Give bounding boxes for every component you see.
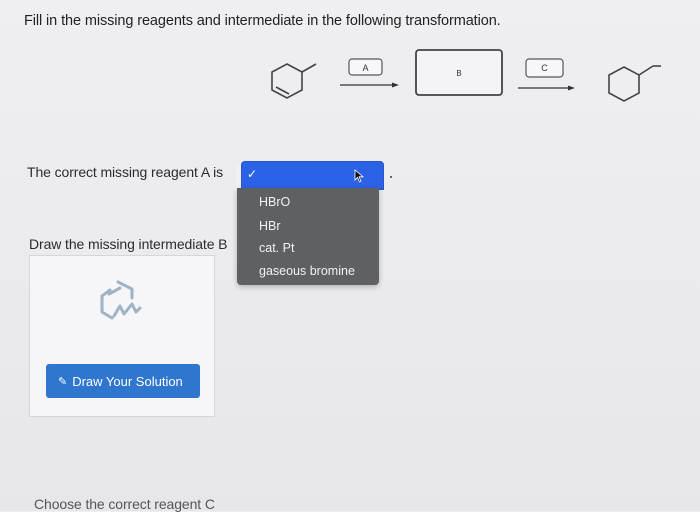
reagent-a-label: A xyxy=(362,63,368,73)
draw-panel: ✎ Draw Your Solution xyxy=(29,255,215,417)
reagent-a-dropdown[interactable]: HBrO HBr cat. Pt gaseous bromine xyxy=(237,188,379,285)
pencil-icon: ✎ xyxy=(58,375,68,388)
option-hbr[interactable]: HBr xyxy=(259,219,281,233)
part-c-prompt: Choose the correct reagent C xyxy=(34,496,215,512)
part-a-prompt: The correct missing reagent A is xyxy=(27,164,223,180)
option-cat-pt[interactable]: cat. Pt xyxy=(259,241,294,255)
arrow-2 xyxy=(518,85,575,91)
arrow-1 xyxy=(340,82,399,88)
reagent-a-select[interactable]: ✓ xyxy=(242,162,383,189)
product-structure xyxy=(608,65,661,102)
molecule-draw-icon xyxy=(100,280,142,320)
reagent-c-label: C xyxy=(541,63,548,73)
intermediate-b-label: B xyxy=(456,69,461,78)
draw-button-label: Draw Your Solution xyxy=(72,373,183,389)
intermediate-b-box[interactable]: B xyxy=(415,49,503,96)
option-hbro[interactable]: HBrO xyxy=(259,195,290,209)
option-gaseous-bromine[interactable]: gaseous bromine xyxy=(259,264,355,278)
reagent-c-box[interactable]: C xyxy=(525,58,564,78)
check-icon: ✓ xyxy=(247,167,258,181)
dot xyxy=(390,176,392,178)
part-b-prompt: Draw the missing intermediate B xyxy=(29,236,228,252)
cursor-icon xyxy=(354,169,365,183)
reagent-a-box[interactable]: A xyxy=(348,58,383,76)
draw-your-solution-button[interactable]: ✎ Draw Your Solution xyxy=(46,364,200,398)
reaction-scheme: A B C xyxy=(271,49,661,102)
starting-material-structure xyxy=(271,63,317,99)
